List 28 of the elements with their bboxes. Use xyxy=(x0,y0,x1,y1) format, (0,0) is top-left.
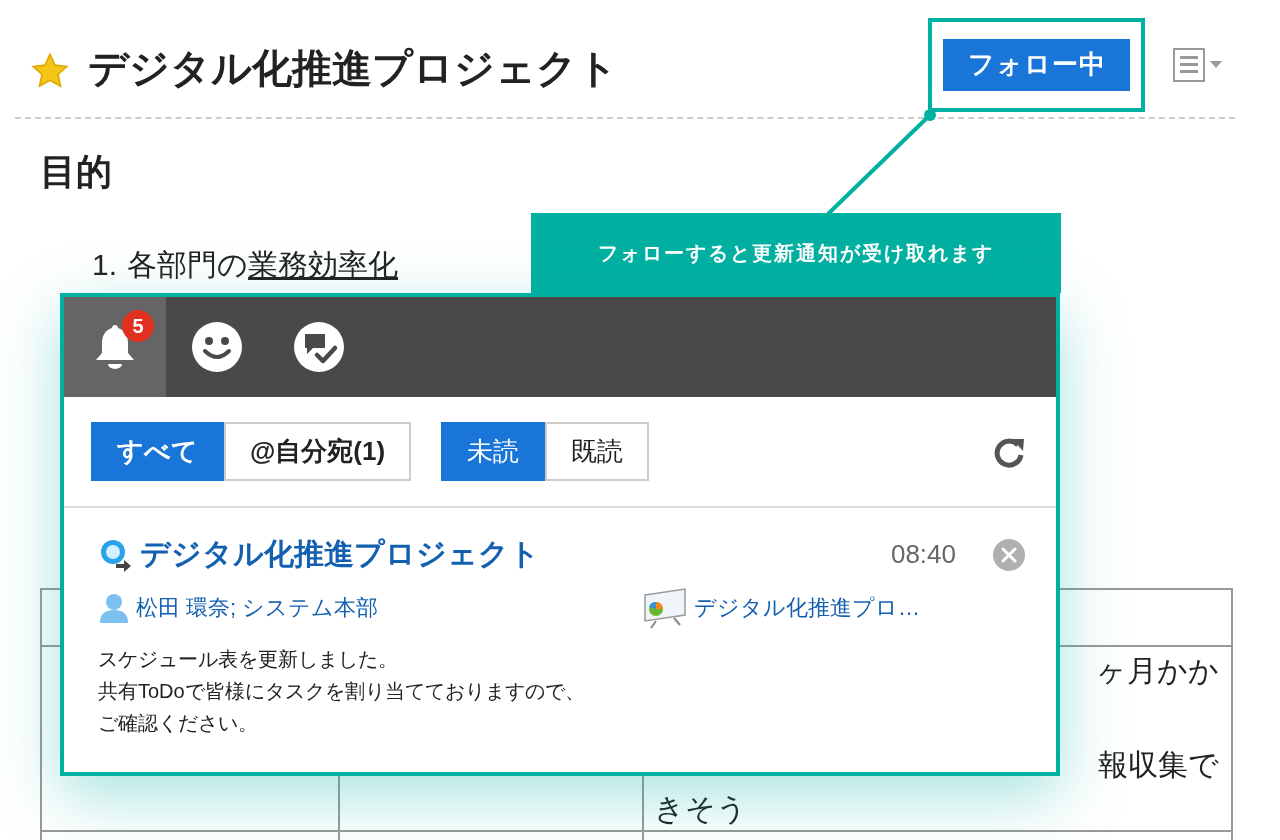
star-icon[interactable] xyxy=(30,50,70,91)
notification-text: ご確認ください。 xyxy=(98,711,259,736)
table-cell-text: ヶ月かか xyxy=(1096,653,1220,689)
sender-link[interactable]: 松田 環奈; システム本部 xyxy=(136,593,636,623)
page-title: デジタル化推進プロジェクト xyxy=(88,45,618,92)
filter-tab[interactable]: @自分宛(1) xyxy=(224,422,412,481)
filter-tab[interactable]: すべて xyxy=(91,422,224,481)
notification-text: 共有ToDoで皆様にタスクを割り当てておりますので、 xyxy=(98,679,586,704)
notification-title[interactable]: デジタル化推進プロジェクト xyxy=(140,534,540,575)
table-cell-text: きそう xyxy=(653,791,747,827)
person-icon xyxy=(98,592,130,624)
smiley-icon xyxy=(191,321,243,373)
text-link[interactable]: 業務効率化 xyxy=(248,248,399,281)
callout-tooltip: フォローすると更新通知が受け取れます xyxy=(531,213,1061,293)
filter-tab[interactable]: 未読 xyxy=(441,422,546,481)
count-badge: 5 xyxy=(122,310,154,342)
filter-tab[interactable]: 既読 xyxy=(545,422,650,481)
table-cell-text: 報収集で xyxy=(1098,747,1220,783)
follow-button[interactable]: フォロー中 xyxy=(943,38,1130,91)
chat-arrow-icon xyxy=(98,537,132,572)
section-heading: 目的 xyxy=(40,150,112,194)
chart-board-icon xyxy=(642,587,688,629)
notification-text: スケジュール表を更新しました。 xyxy=(98,647,399,672)
chat-check-icon xyxy=(293,321,345,373)
list-number: 1. xyxy=(92,247,118,283)
toolbar-tab[interactable]: 5 xyxy=(64,297,166,397)
list-text: 各部門の業務効率化 xyxy=(127,247,399,283)
notification-time: 08:40 xyxy=(890,539,956,570)
